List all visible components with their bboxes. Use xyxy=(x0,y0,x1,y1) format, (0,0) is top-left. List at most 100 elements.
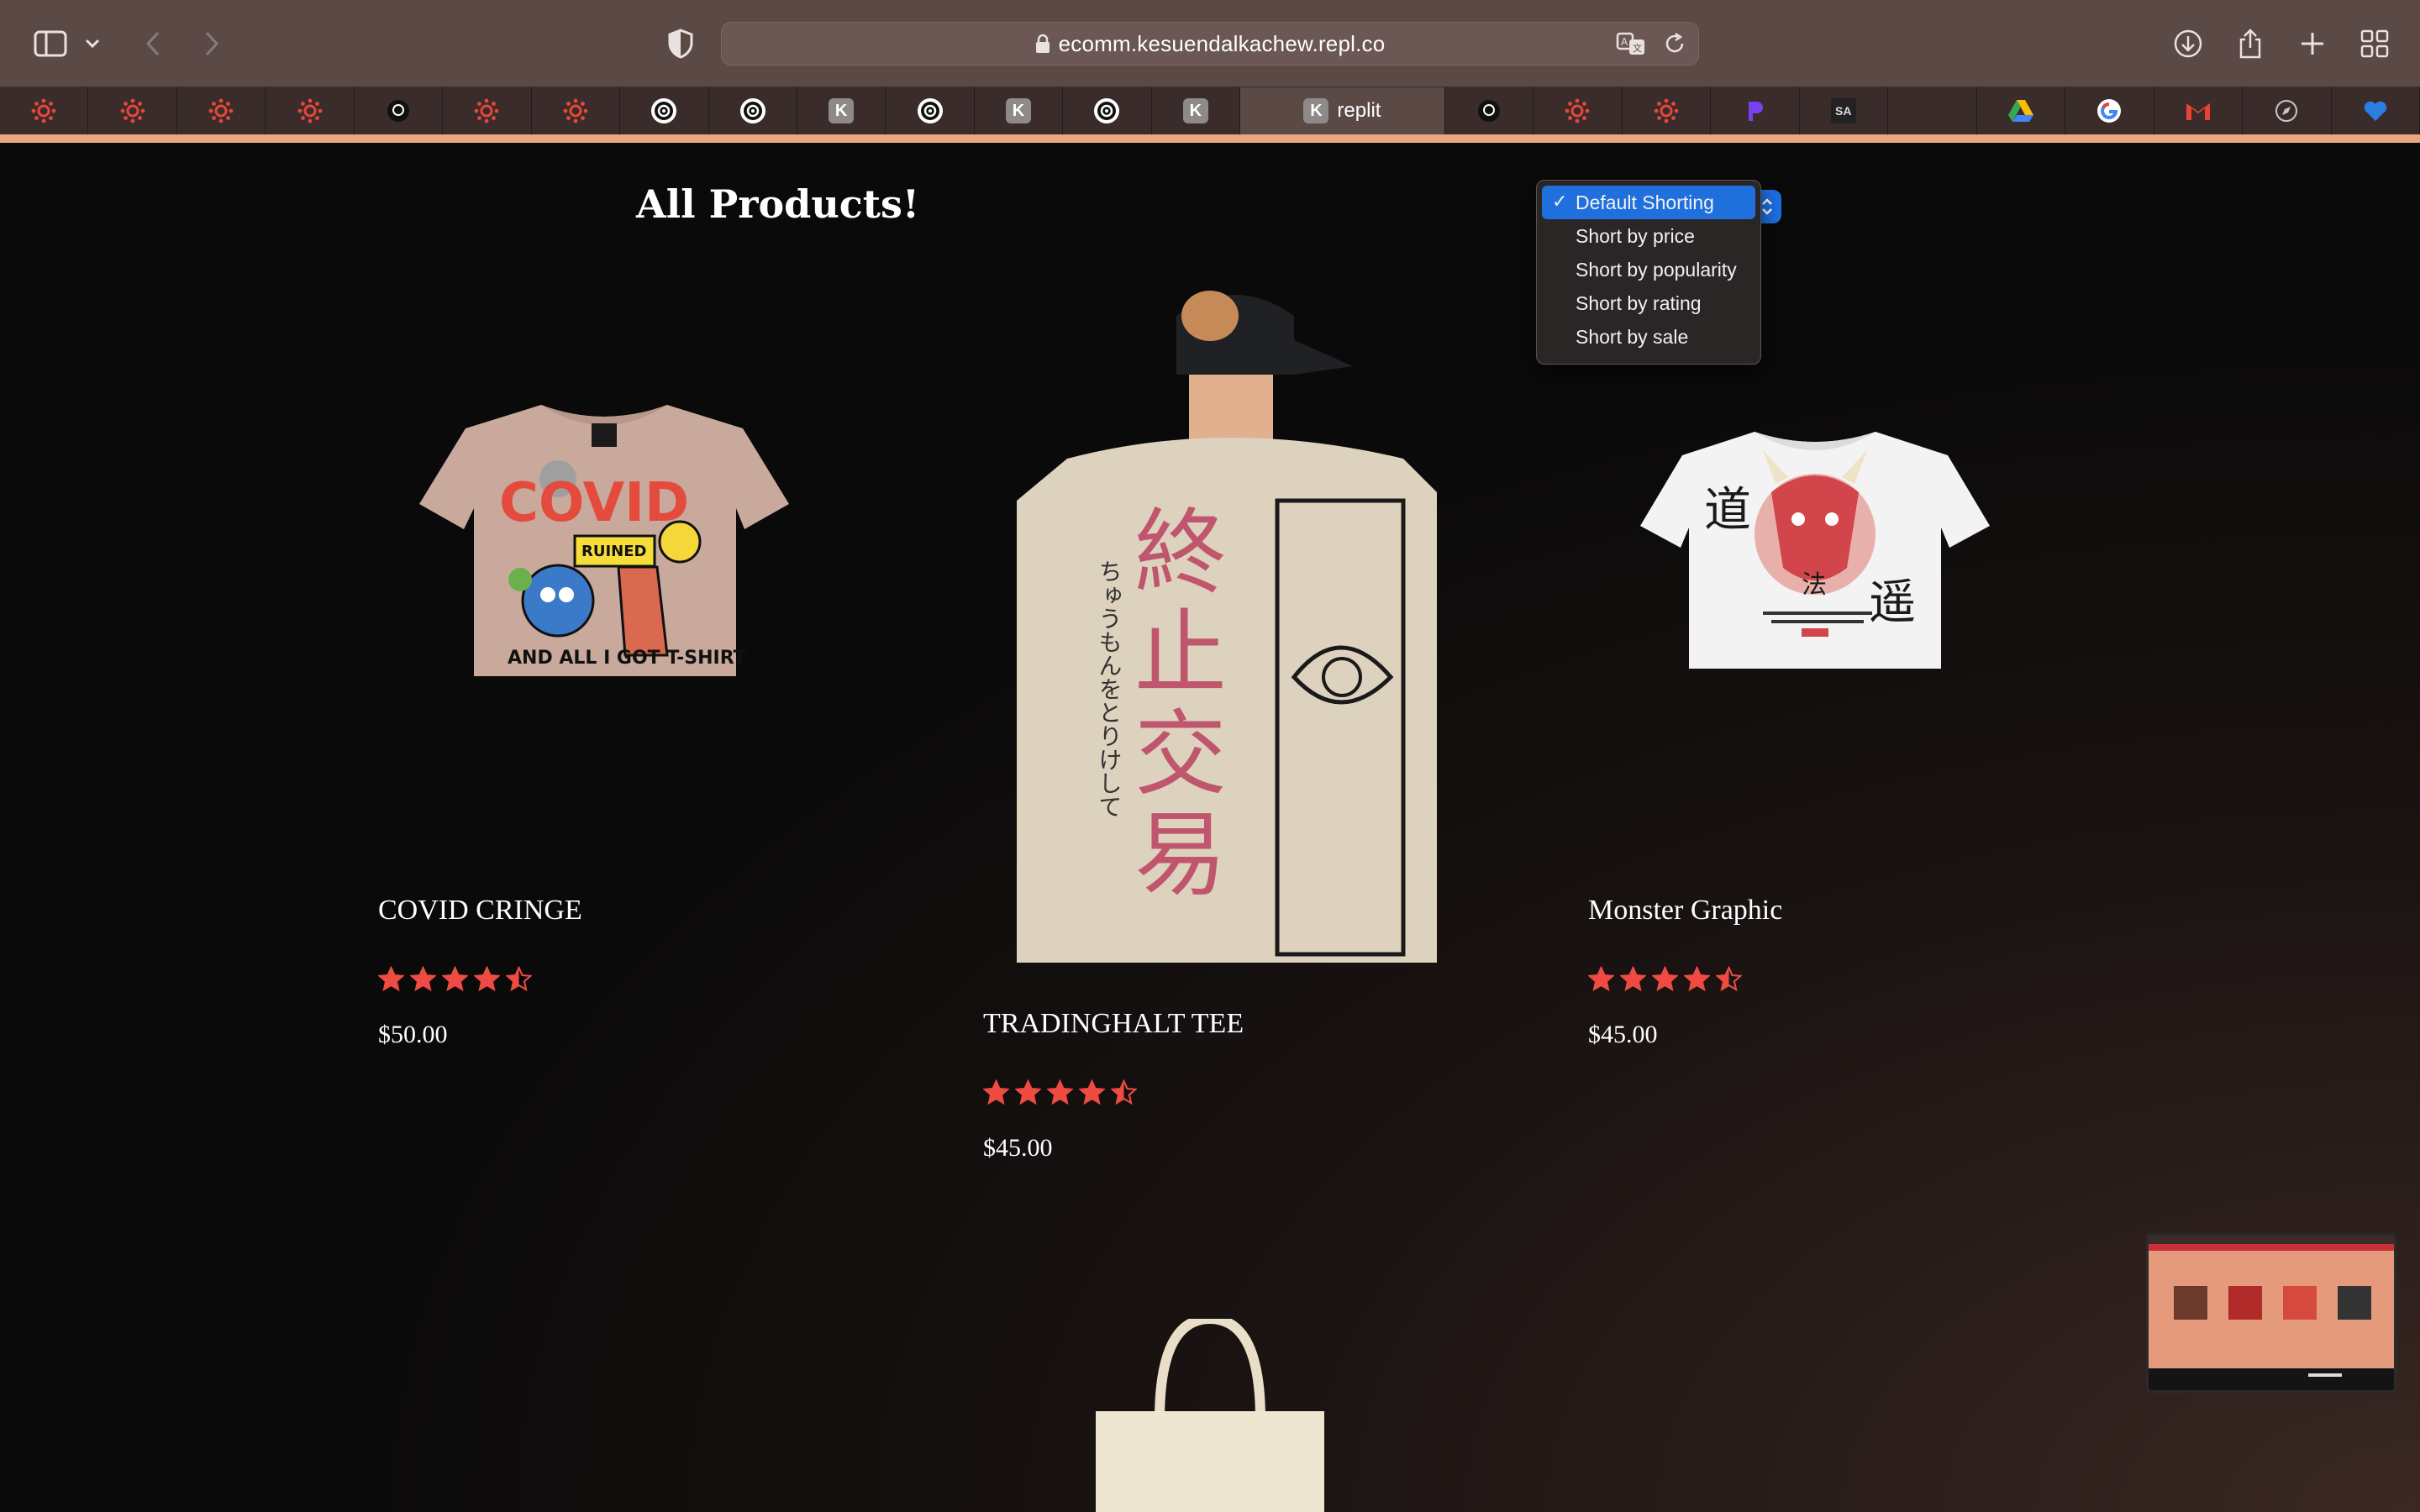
tab-sa[interactable]: SA xyxy=(1800,87,1888,134)
product-name[interactable]: TRADINGHALT TEE xyxy=(983,1008,1244,1040)
tab-canvas[interactable] xyxy=(1623,87,1712,134)
canvas-icon xyxy=(208,98,234,123)
tab-google-drive[interactable] xyxy=(1977,87,2066,134)
sidebar-toggle-icon[interactable] xyxy=(29,22,72,66)
svg-text:終: 終 xyxy=(1134,499,1227,606)
forward-arrow-icon[interactable] xyxy=(190,22,234,66)
sort-option-sale[interactable]: Short by sale xyxy=(1542,320,1755,354)
svg-text:AND ALL I GOT T-SHIRT: AND ALL I GOT T-SHIRT xyxy=(508,648,746,669)
checkmark-icon: ✓ xyxy=(1552,191,1568,212)
tab-compass[interactable] xyxy=(2243,87,2332,134)
lock-icon xyxy=(1035,34,1050,54)
sa-icon: SA xyxy=(1830,98,1856,123)
tab-replit-swirl[interactable] xyxy=(709,87,797,134)
replit-swirl-icon xyxy=(739,98,765,123)
star-full-icon xyxy=(1587,965,1615,995)
tab-canvas[interactable] xyxy=(1534,87,1623,134)
reload-icon[interactable] xyxy=(1663,31,1686,62)
product-name[interactable]: Monster Graphic xyxy=(1588,895,1782,927)
address-bar[interactable]: ecomm.kesuendalkachew.repl.co A文 xyxy=(721,22,1699,66)
k-icon: K xyxy=(1006,98,1032,123)
star-full-icon xyxy=(409,965,437,995)
product-price: $45.00 xyxy=(1588,1021,1658,1048)
new-tab-plus-icon[interactable] xyxy=(2291,22,2334,66)
product-image-tshirt[interactable]: 道 遥 法 xyxy=(1637,425,1993,674)
product-price: $50.00 xyxy=(378,1021,448,1048)
replit-swirl-icon xyxy=(917,98,943,123)
star-full-icon xyxy=(1078,1079,1106,1109)
tab-canvas[interactable] xyxy=(532,87,621,134)
product-image-tshirt[interactable]: 終 止 交 易 ちゅうもんをとりけして xyxy=(1017,282,1437,963)
tab-active-replit[interactable]: Kreplit xyxy=(1240,87,1445,134)
star-full-icon xyxy=(1651,965,1679,995)
tab-replit-swirl[interactable] xyxy=(620,87,709,134)
tab-canvas[interactable] xyxy=(88,87,177,134)
tab-google[interactable] xyxy=(2065,87,2154,134)
svg-text:RUINED: RUINED xyxy=(581,543,646,560)
tab-bookmark-heart[interactable] xyxy=(2332,87,2420,134)
google-drive-icon xyxy=(2007,98,2034,123)
canvas-icon xyxy=(31,98,56,123)
translate-icon[interactable]: A文 xyxy=(1616,31,1648,62)
tab-canvas[interactable] xyxy=(177,87,266,134)
page-accent-bar xyxy=(0,134,2420,143)
tab-canvas[interactable] xyxy=(443,87,532,134)
product-name[interactable]: COVID CRINGE xyxy=(378,895,582,927)
products-page: All Products! COVID RUINED AND ALL I GOT… xyxy=(0,143,2420,1512)
sort-option-popularity[interactable]: Short by popularity xyxy=(1542,253,1755,286)
tab-p-logo[interactable] xyxy=(1711,87,1800,134)
svg-text:法: 法 xyxy=(1802,570,1827,600)
tab-github[interactable] xyxy=(1445,87,1534,134)
tab-bar-spacer xyxy=(1888,87,1977,134)
chevron-down-icon[interactable] xyxy=(76,22,109,66)
svg-text:交: 交 xyxy=(1134,701,1227,808)
star-full-icon xyxy=(473,965,501,995)
downloads-icon[interactable] xyxy=(2166,22,2210,66)
tab-k[interactable]: K xyxy=(975,87,1064,134)
tab-overview-grid-icon[interactable] xyxy=(2353,22,2396,66)
star-full-icon xyxy=(377,965,405,995)
star-half-icon xyxy=(1110,1079,1138,1109)
pip-preview-window[interactable] xyxy=(2146,1233,2396,1393)
star-full-icon xyxy=(1046,1079,1074,1109)
tab-replit-swirl[interactable] xyxy=(886,87,975,134)
product-image-tshirt[interactable]: COVID RUINED AND ALL I GOT T-SHIRT xyxy=(415,395,793,680)
svg-text:遥: 遥 xyxy=(1869,575,1916,630)
canvas-icon xyxy=(297,98,323,123)
star-half-icon xyxy=(505,965,533,995)
tab-canvas[interactable] xyxy=(0,87,89,134)
google-icon xyxy=(2096,98,2122,123)
bookmark-heart-icon xyxy=(2362,98,2389,123)
tab-replit-swirl[interactable] xyxy=(1063,87,1152,134)
browser-toolbar: ecomm.kesuendalkachew.repl.co A文 xyxy=(0,0,2420,87)
svg-text:ちゅうもんをとりけして: ちゅうもんをとりけして xyxy=(1096,559,1123,818)
back-arrow-icon[interactable] xyxy=(131,22,175,66)
sort-option-rating[interactable]: Short by rating xyxy=(1542,286,1755,320)
privacy-shield-icon[interactable] xyxy=(659,22,702,66)
canvas-icon xyxy=(1565,98,1590,123)
tab-title: replit xyxy=(1337,99,1381,122)
tab-k[interactable]: K xyxy=(797,87,886,134)
compass-icon xyxy=(2274,98,2299,123)
k-icon: K xyxy=(829,98,855,123)
tab-gmail[interactable] xyxy=(2154,87,2244,134)
gmail-icon xyxy=(2185,100,2212,122)
product-image-tote-bag[interactable] xyxy=(1092,1313,1328,1512)
star-full-icon xyxy=(441,965,469,995)
tab-bar: K K K Kreplit SA xyxy=(0,87,2420,134)
github-icon xyxy=(386,98,411,123)
tab-k[interactable]: K xyxy=(1152,87,1241,134)
svg-text:易: 易 xyxy=(1134,801,1227,909)
sort-option-default[interactable]: ✓ Default Shorting xyxy=(1542,186,1755,219)
star-half-icon xyxy=(1715,965,1743,995)
tab-github[interactable] xyxy=(355,87,444,134)
canvas-icon xyxy=(474,98,499,123)
canvas-icon xyxy=(563,98,588,123)
svg-text:文: 文 xyxy=(1633,42,1642,54)
sort-option-price[interactable]: Short by price xyxy=(1542,219,1755,253)
star-full-icon xyxy=(1619,965,1647,995)
share-icon[interactable] xyxy=(2228,22,2272,66)
tab-canvas[interactable] xyxy=(266,87,355,134)
star-full-icon xyxy=(1014,1079,1042,1109)
url-text: ecomm.kesuendalkachew.repl.co xyxy=(1058,30,1386,56)
